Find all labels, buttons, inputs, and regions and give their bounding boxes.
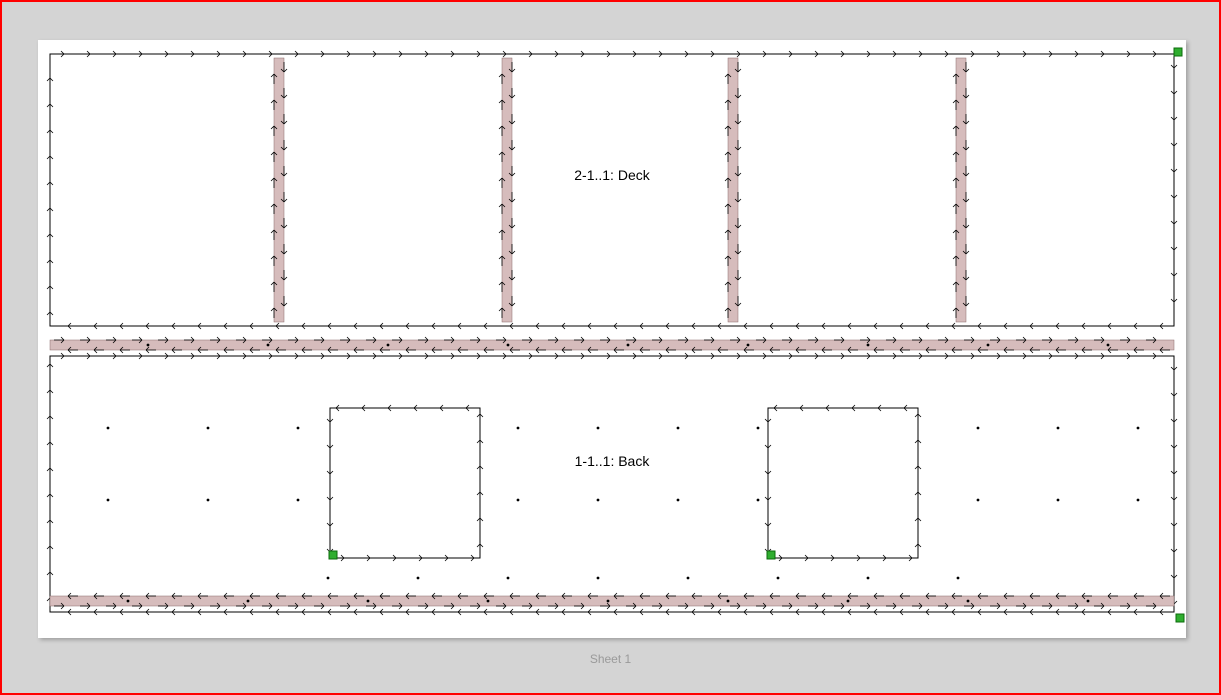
cutout[interactable] [330, 408, 480, 558]
part-deck[interactable] [50, 54, 1174, 326]
path-handle[interactable] [1176, 614, 1184, 622]
nesting-drawing: 2-1..1: Deck 1-1..1: Back [38, 40, 1186, 638]
cutout[interactable] [768, 408, 918, 558]
part-deck-label: 2-1..1: Deck [574, 167, 650, 183]
sheet-canvas[interactable]: 2-1..1: Deck 1-1..1: Back [38, 40, 1186, 638]
selection-frame: 2-1..1: Deck 1-1..1: Back Sheet 1 [0, 0, 1221, 695]
sheet-label: Sheet 1 [2, 652, 1219, 666]
path-handle[interactable] [1174, 48, 1182, 56]
path-handle[interactable] [767, 551, 775, 559]
part-back-label: 1-1..1: Back [575, 453, 651, 469]
path-handle[interactable] [329, 551, 337, 559]
part-back[interactable] [50, 356, 1174, 612]
